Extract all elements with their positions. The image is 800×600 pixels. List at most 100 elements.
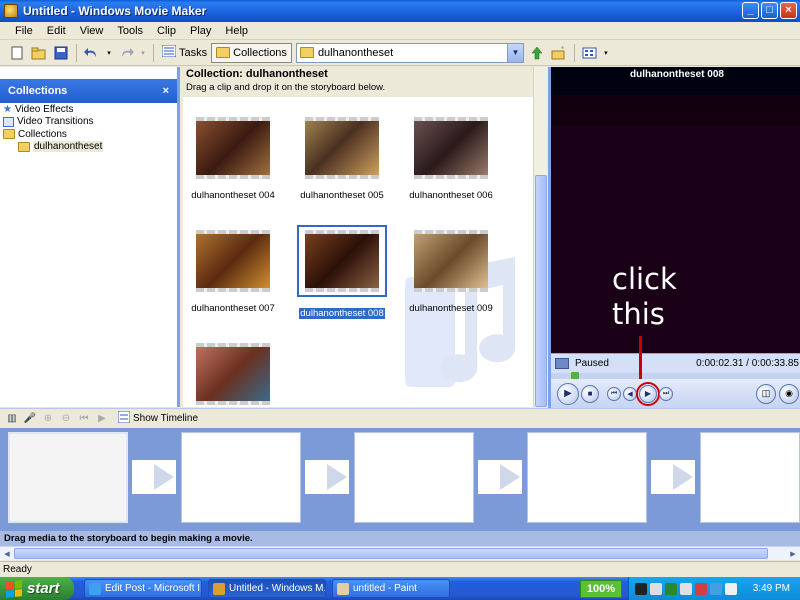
star-icon: ★ — [3, 103, 12, 115]
clip-item[interactable]: dulhanontheset 009 — [409, 230, 493, 314]
scroll-left-icon[interactable]: ◀ — [0, 547, 14, 560]
clip-name: dulhanontheset 004 — [191, 190, 275, 201]
system-tray: 3:49 PM — [628, 577, 800, 600]
transition-slot[interactable] — [132, 460, 176, 494]
up-one-level-icon[interactable] — [528, 44, 546, 62]
menu-view[interactable]: View — [73, 25, 111, 37]
tray-icon[interactable] — [665, 582, 677, 595]
tree-item-video-effects[interactable]: ★ Video Effects — [0, 103, 177, 116]
clip-item[interactable]: dulhanontheset 005 — [300, 117, 384, 201]
open-project-icon[interactable] — [30, 44, 48, 62]
clip-item[interactable]: dulhanontheset 004 — [191, 117, 275, 201]
undo-dropdown-icon[interactable]: ▾ — [105, 44, 113, 62]
storyboard-slot[interactable] — [527, 432, 647, 523]
menu-clip[interactable]: Clip — [150, 25, 183, 37]
save-project-icon[interactable] — [52, 44, 70, 62]
stop-icon[interactable]: ■ — [581, 384, 599, 403]
collection-vertical-scrollbar[interactable] — [533, 67, 547, 407]
views-dropdown-icon[interactable]: ▾ — [603, 44, 609, 62]
maximize-button[interactable]: □ — [761, 2, 778, 19]
clip-name: dulhanontheset 005 — [300, 190, 384, 201]
redo-icon[interactable] — [117, 44, 135, 62]
scrollbar-thumb[interactable] — [14, 548, 768, 559]
rewind-storyboard-icon[interactable]: ⏮ — [76, 411, 92, 427]
chevron-down-icon[interactable]: ▼ — [506, 43, 523, 62]
narrate-icon[interactable]: 🎤 — [22, 411, 38, 427]
menu-file[interactable]: File — [8, 25, 40, 37]
split-clip-icon[interactable]: ◫ — [756, 383, 776, 404]
clock[interactable]: 3:49 PM — [753, 583, 790, 594]
scrollbar-thumb[interactable] — [535, 175, 547, 407]
menu-play[interactable]: Play — [183, 25, 218, 37]
timeline-icon — [117, 410, 131, 426]
taskbar-item-active[interactable]: Untitled - Windows M... — [208, 579, 326, 598]
movie-maker-app-icon[interactable] — [4, 4, 18, 18]
clip-item-selected[interactable]: dulhanontheset 008 — [297, 225, 387, 319]
storyboard-slot[interactable] — [181, 432, 301, 523]
close-pane-icon[interactable]: × — [163, 85, 169, 97]
new-project-icon[interactable] — [8, 44, 26, 62]
play-icon[interactable]: ▶ — [557, 382, 579, 405]
storyboard-slot[interactable] — [8, 432, 128, 523]
taskbar-item[interactable]: Edit Post - Microsoft I... — [84, 579, 202, 598]
previous-frame-icon[interactable]: ⏮ — [607, 386, 621, 401]
collections-pane: Collections × ★ Video Effects Video Tran… — [0, 67, 180, 407]
undo-icon[interactable] — [83, 44, 101, 62]
tree-item-video-transitions[interactable]: Video Transitions — [0, 116, 177, 129]
menu-help[interactable]: Help — [218, 25, 255, 37]
take-picture-icon[interactable]: ◉ — [779, 383, 799, 404]
clip-item[interactable] — [193, 343, 273, 405]
clip-name: dulhanontheset 008 — [299, 308, 385, 319]
new-folder-icon[interactable]: * — [550, 44, 568, 62]
folder-icon — [3, 129, 15, 140]
start-button[interactable]: start — [0, 577, 74, 600]
zoom-out-icon[interactable]: ⊖ — [58, 411, 74, 427]
close-button[interactable]: × — [780, 2, 797, 19]
taskbar-item[interactable]: untitled - Paint — [332, 579, 450, 598]
clip-image — [305, 121, 379, 175]
scroll-right-icon[interactable]: ▶ — [786, 547, 800, 560]
storyboard-slot[interactable] — [700, 432, 800, 523]
tray-icon[interactable] — [680, 582, 692, 595]
tray-icon[interactable] — [725, 582, 737, 595]
transition-slot[interactable] — [478, 460, 522, 494]
menu-tools[interactable]: Tools — [110, 25, 150, 37]
tray-icon[interactable] — [695, 582, 707, 595]
tree-item-collections[interactable]: Collections — [0, 128, 177, 141]
collections-button[interactable]: Collections — [211, 42, 292, 63]
tray-icon[interactable] — [650, 582, 662, 595]
minimize-button[interactable]: _ — [742, 2, 759, 19]
tray-icon[interactable] — [710, 582, 722, 595]
tasks-button[interactable]: Tasks — [158, 43, 211, 63]
storyboard-slot[interactable] — [354, 432, 474, 523]
collections-label: Collections — [233, 46, 287, 59]
clip-thumbnail — [414, 117, 488, 179]
next-frame-icon[interactable]: ▶ — [636, 381, 660, 406]
storyboard-horizontal-scrollbar[interactable]: ◀ ▶ — [0, 546, 800, 560]
collection-dropdown[interactable]: dulhanontheset ▼ — [295, 42, 524, 63]
show-timeline-button[interactable]: Show Timeline — [117, 410, 198, 426]
tasks-label: Tasks — [179, 46, 208, 59]
clip-name: dulhanontheset 009 — [409, 303, 493, 314]
tree-item-dulhanontheset[interactable]: dulhanontheset — [0, 141, 177, 154]
views-icon[interactable] — [581, 44, 599, 62]
clip-item[interactable]: dulhanontheset 007 — [191, 230, 275, 314]
storyboard[interactable] — [0, 428, 800, 531]
next-icon[interactable]: ⏭ — [659, 386, 673, 401]
storyboard-icon[interactable]: ▥ — [4, 411, 20, 427]
zoom-level-badge[interactable]: 100% — [580, 579, 622, 598]
clip-name: dulhanontheset 006 — [409, 190, 493, 201]
play-storyboard-icon[interactable]: ▶ — [94, 411, 110, 427]
rewind-icon[interactable]: ◀ — [623, 386, 637, 401]
transition-slot[interactable] — [651, 460, 695, 494]
menu-edit[interactable]: Edit — [40, 25, 73, 37]
redo-dropdown-icon[interactable]: ▾ — [139, 44, 147, 62]
collections-pane-header: Collections × — [0, 79, 177, 103]
clip-item[interactable]: dulhanontheset 006 — [409, 117, 493, 201]
annotation-pointer-line — [639, 336, 642, 379]
transition-slot[interactable] — [305, 460, 349, 494]
clip-name: dulhanontheset 007 — [191, 303, 275, 314]
zoom-in-icon[interactable]: ⊕ — [40, 411, 56, 427]
tray-icon[interactable] — [635, 582, 647, 595]
menu-bar: File Edit View Tools Clip Play Help — [0, 22, 800, 40]
